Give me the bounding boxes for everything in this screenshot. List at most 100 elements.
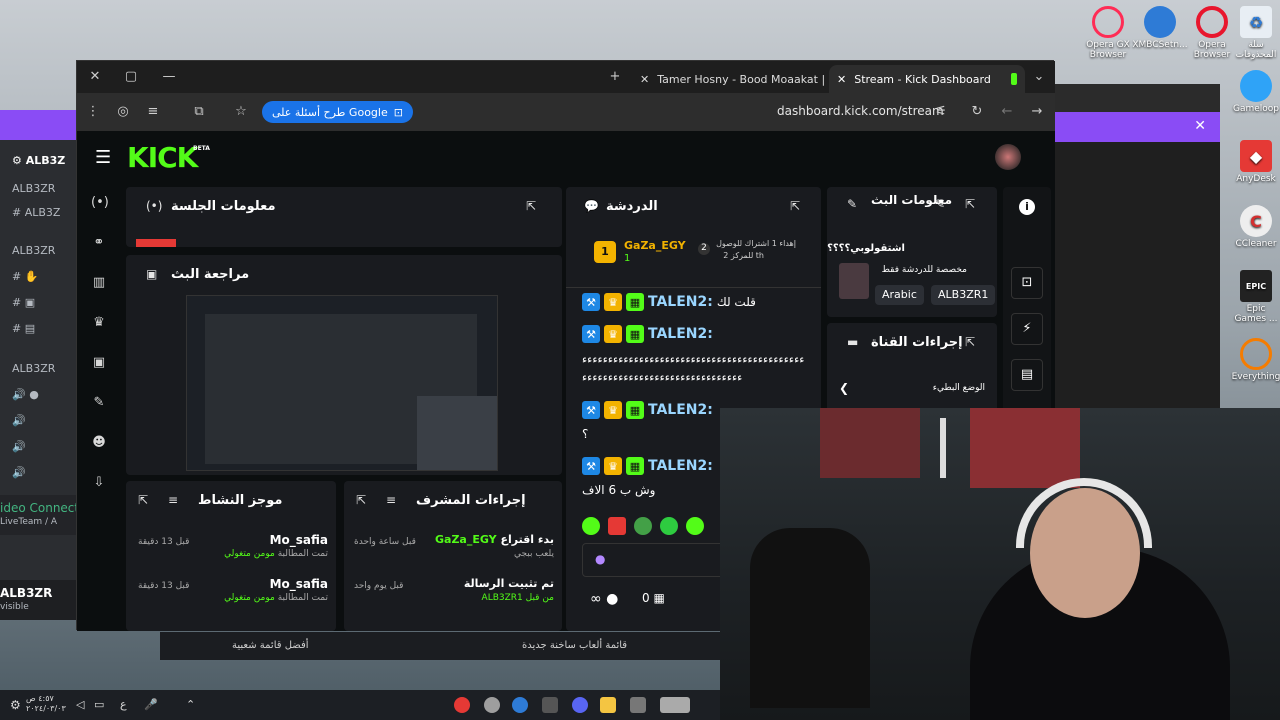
chat-message[interactable]: ⚒ ♛ ▦ TALEN2: [582,325,713,343]
settings-app-icon[interactable] [484,697,500,713]
gift-counter[interactable]: 0 ▦ [642,591,665,605]
strip-left-label[interactable]: أفضل قائمة شعبية [232,640,309,651]
hamburger-menu-icon[interactable]: ☰ [95,147,111,168]
popout-icon[interactable]: ⇱ [356,493,366,507]
new-tab-icon[interactable]: + [607,69,623,85]
popout-icon[interactable]: ⇱ [965,197,975,211]
battery-icon[interactable]: ▭ [94,698,104,711]
chrome-icon[interactable] [454,697,470,713]
volume-icon[interactable]: ◁ [76,698,84,711]
wrench-icon[interactable]: ✎ [91,395,107,411]
user-avatar[interactable] [995,144,1021,170]
chat-message[interactable]: ⚒ ♛ ▦ TALEN2: قلت لك [582,293,756,311]
desktop-icon-gameloop[interactable]: Gameloop [1228,70,1280,114]
site-settings-icon[interactable]: ⚟ [933,104,949,120]
screenshot-icon[interactable]: ⊡ [1011,267,1043,299]
tab-youtube[interactable]: ✕ Tamer Hosny - Bood Moaakat | [632,65,825,93]
desktop-icon-ccleaner[interactable]: C CCleaner [1228,205,1280,249]
chat-username[interactable]: TALEN2: [648,458,713,474]
discord-server-name[interactable]: ⚙ ALB3Z [12,154,65,167]
bolt-icon[interactable]: ⚡ [1011,313,1043,345]
extensions-icon[interactable]: ⧉ [191,104,207,120]
close-window-icon[interactable]: ✕ [87,69,103,85]
profile-icon[interactable]: ◎ [115,104,131,120]
discord-voice-channel[interactable]: 🔊 [12,466,26,479]
discord-channel[interactable]: # ▣ [12,296,35,309]
menu-dots-icon[interactable]: ⋮ [85,104,101,120]
voice-channel-label: LiveTeam / A [0,517,58,527]
chat-username[interactable]: TALEN2: [648,294,713,310]
trophy-icon[interactable]: ♛ [91,315,107,331]
reading-list-icon[interactable]: ≡ [145,104,161,120]
analytics-icon[interactable]: ▥ [91,275,107,291]
discord-voice-channel[interactable]: 🔊 ● [12,388,39,401]
filter-icon[interactable]: ≡ [168,493,178,507]
tab-close-icon[interactable]: ✕ [837,73,846,86]
clock[interactable]: ٤:٥٧ ص ٢٠٢٤/٠٣/٠٣ [26,694,66,714]
google-lens-button[interactable]: طرح أسئلة على Google ⊡ [262,101,413,123]
popout-icon[interactable]: ⇱ [965,335,975,349]
chat-username[interactable]: TALEN2: [648,326,713,342]
settings-gear-icon[interactable]: ⚙ [10,698,21,712]
broadcast-icon[interactable]: (•) [91,195,109,211]
emote-icon[interactable] [608,517,626,535]
emote-icon[interactable] [582,517,600,535]
forward-icon[interactable]: ← [999,104,1015,120]
chevron-up-icon[interactable]: ⌃ [186,698,195,711]
desktop-icon-epic[interactable]: EPIC Epic Games ... [1228,270,1280,324]
discord-icon[interactable] [572,697,588,713]
strip-right-label[interactable]: قائمة ألعاب ساخنة جديدة [522,640,627,651]
stream-preview-video[interactable] [186,295,498,471]
note-icon[interactable]: ▤ [1011,359,1043,391]
emote-icon[interactable] [660,517,678,535]
microphone-icon[interactable]: 🎤 [144,698,158,711]
desktop-icon-everything[interactable]: Everything [1228,338,1280,382]
discord-category[interactable]: ALB3ZR [12,362,55,375]
back-icon[interactable]: → [1029,104,1045,120]
reload-icon[interactable]: ↻ [969,104,985,120]
discord-channel[interactable]: # ▤ [12,322,35,335]
media-icon[interactable]: ▣ [91,355,107,371]
desktop-icon-anydesk[interactable]: ◆ AnyDesk [1228,140,1280,184]
address-bar[interactable]: dashboard.kick.com/stream [777,104,944,118]
popout-icon[interactable]: ⇱ [138,493,148,507]
file-explorer-icon[interactable] [600,697,616,713]
app-icon[interactable] [630,697,646,713]
emote-icon[interactable] [686,517,704,535]
community-icon[interactable]: ☻ [91,435,107,451]
desktop-icon-edge[interactable]: XMBCSetn... [1132,6,1188,50]
discord-category[interactable]: ALB3ZR [12,182,55,195]
desktop-icon-recycle-bin[interactable]: ♻ سلة المحذوفات [1228,6,1280,60]
discord-channel[interactable]: # ✋ [12,270,38,283]
app-icon[interactable] [542,697,558,713]
filter-icon[interactable]: ≡ [386,493,396,507]
voice-connected-label: ideo Connect [0,501,80,515]
language-indicator[interactable]: ع [120,698,127,711]
emote-icon[interactable] [634,517,652,535]
maximize-window-icon[interactable]: ▢ [123,69,139,85]
discord-voice-channel[interactable]: 🔊 [12,414,26,427]
link-icon[interactable]: ⚭ [91,235,107,251]
edge-taskbar-icon[interactable] [512,697,528,713]
app-icon[interactable] [660,697,690,713]
tab-search-icon[interactable]: ⌄ [1031,69,1047,85]
desktop-icon-opera-gx[interactable]: Opera GX Browser [1080,6,1136,60]
upload-icon[interactable]: ⇩ [91,475,107,491]
microphone-icon[interactable]: ● [595,552,605,566]
chat-message[interactable]: ⚒ ♛ ▦ TALEN2: [582,401,713,419]
chat-username[interactable]: TALEN2: [648,402,713,418]
discord-channel[interactable]: # ALB3Z [12,206,60,219]
tab-close-icon[interactable]: ✕ [640,73,649,86]
chat-message[interactable]: ⚒ ♛ ▦ TALEN2: [582,457,713,475]
popout-icon[interactable]: ⇱ [526,199,536,213]
discord-voice-channel[interactable]: 🔊 [12,440,26,453]
tab-kick-dashboard[interactable]: ✕ Stream - Kick Dashboard [829,65,1025,93]
info-icon[interactable]: i [1019,199,1035,215]
bookmark-star-icon[interactable]: ☆ [233,104,249,120]
kick-logo[interactable]: KICK [127,141,198,174]
popout-icon[interactable]: ⇱ [790,199,800,213]
slow-mode-toggle[interactable]: ❮ الوضع البطيء [839,381,985,401]
discord-category[interactable]: ALB3ZR [12,244,55,257]
minimize-window-icon[interactable]: — [161,69,177,85]
close-icon[interactable]: ✕ [1194,118,1206,134]
